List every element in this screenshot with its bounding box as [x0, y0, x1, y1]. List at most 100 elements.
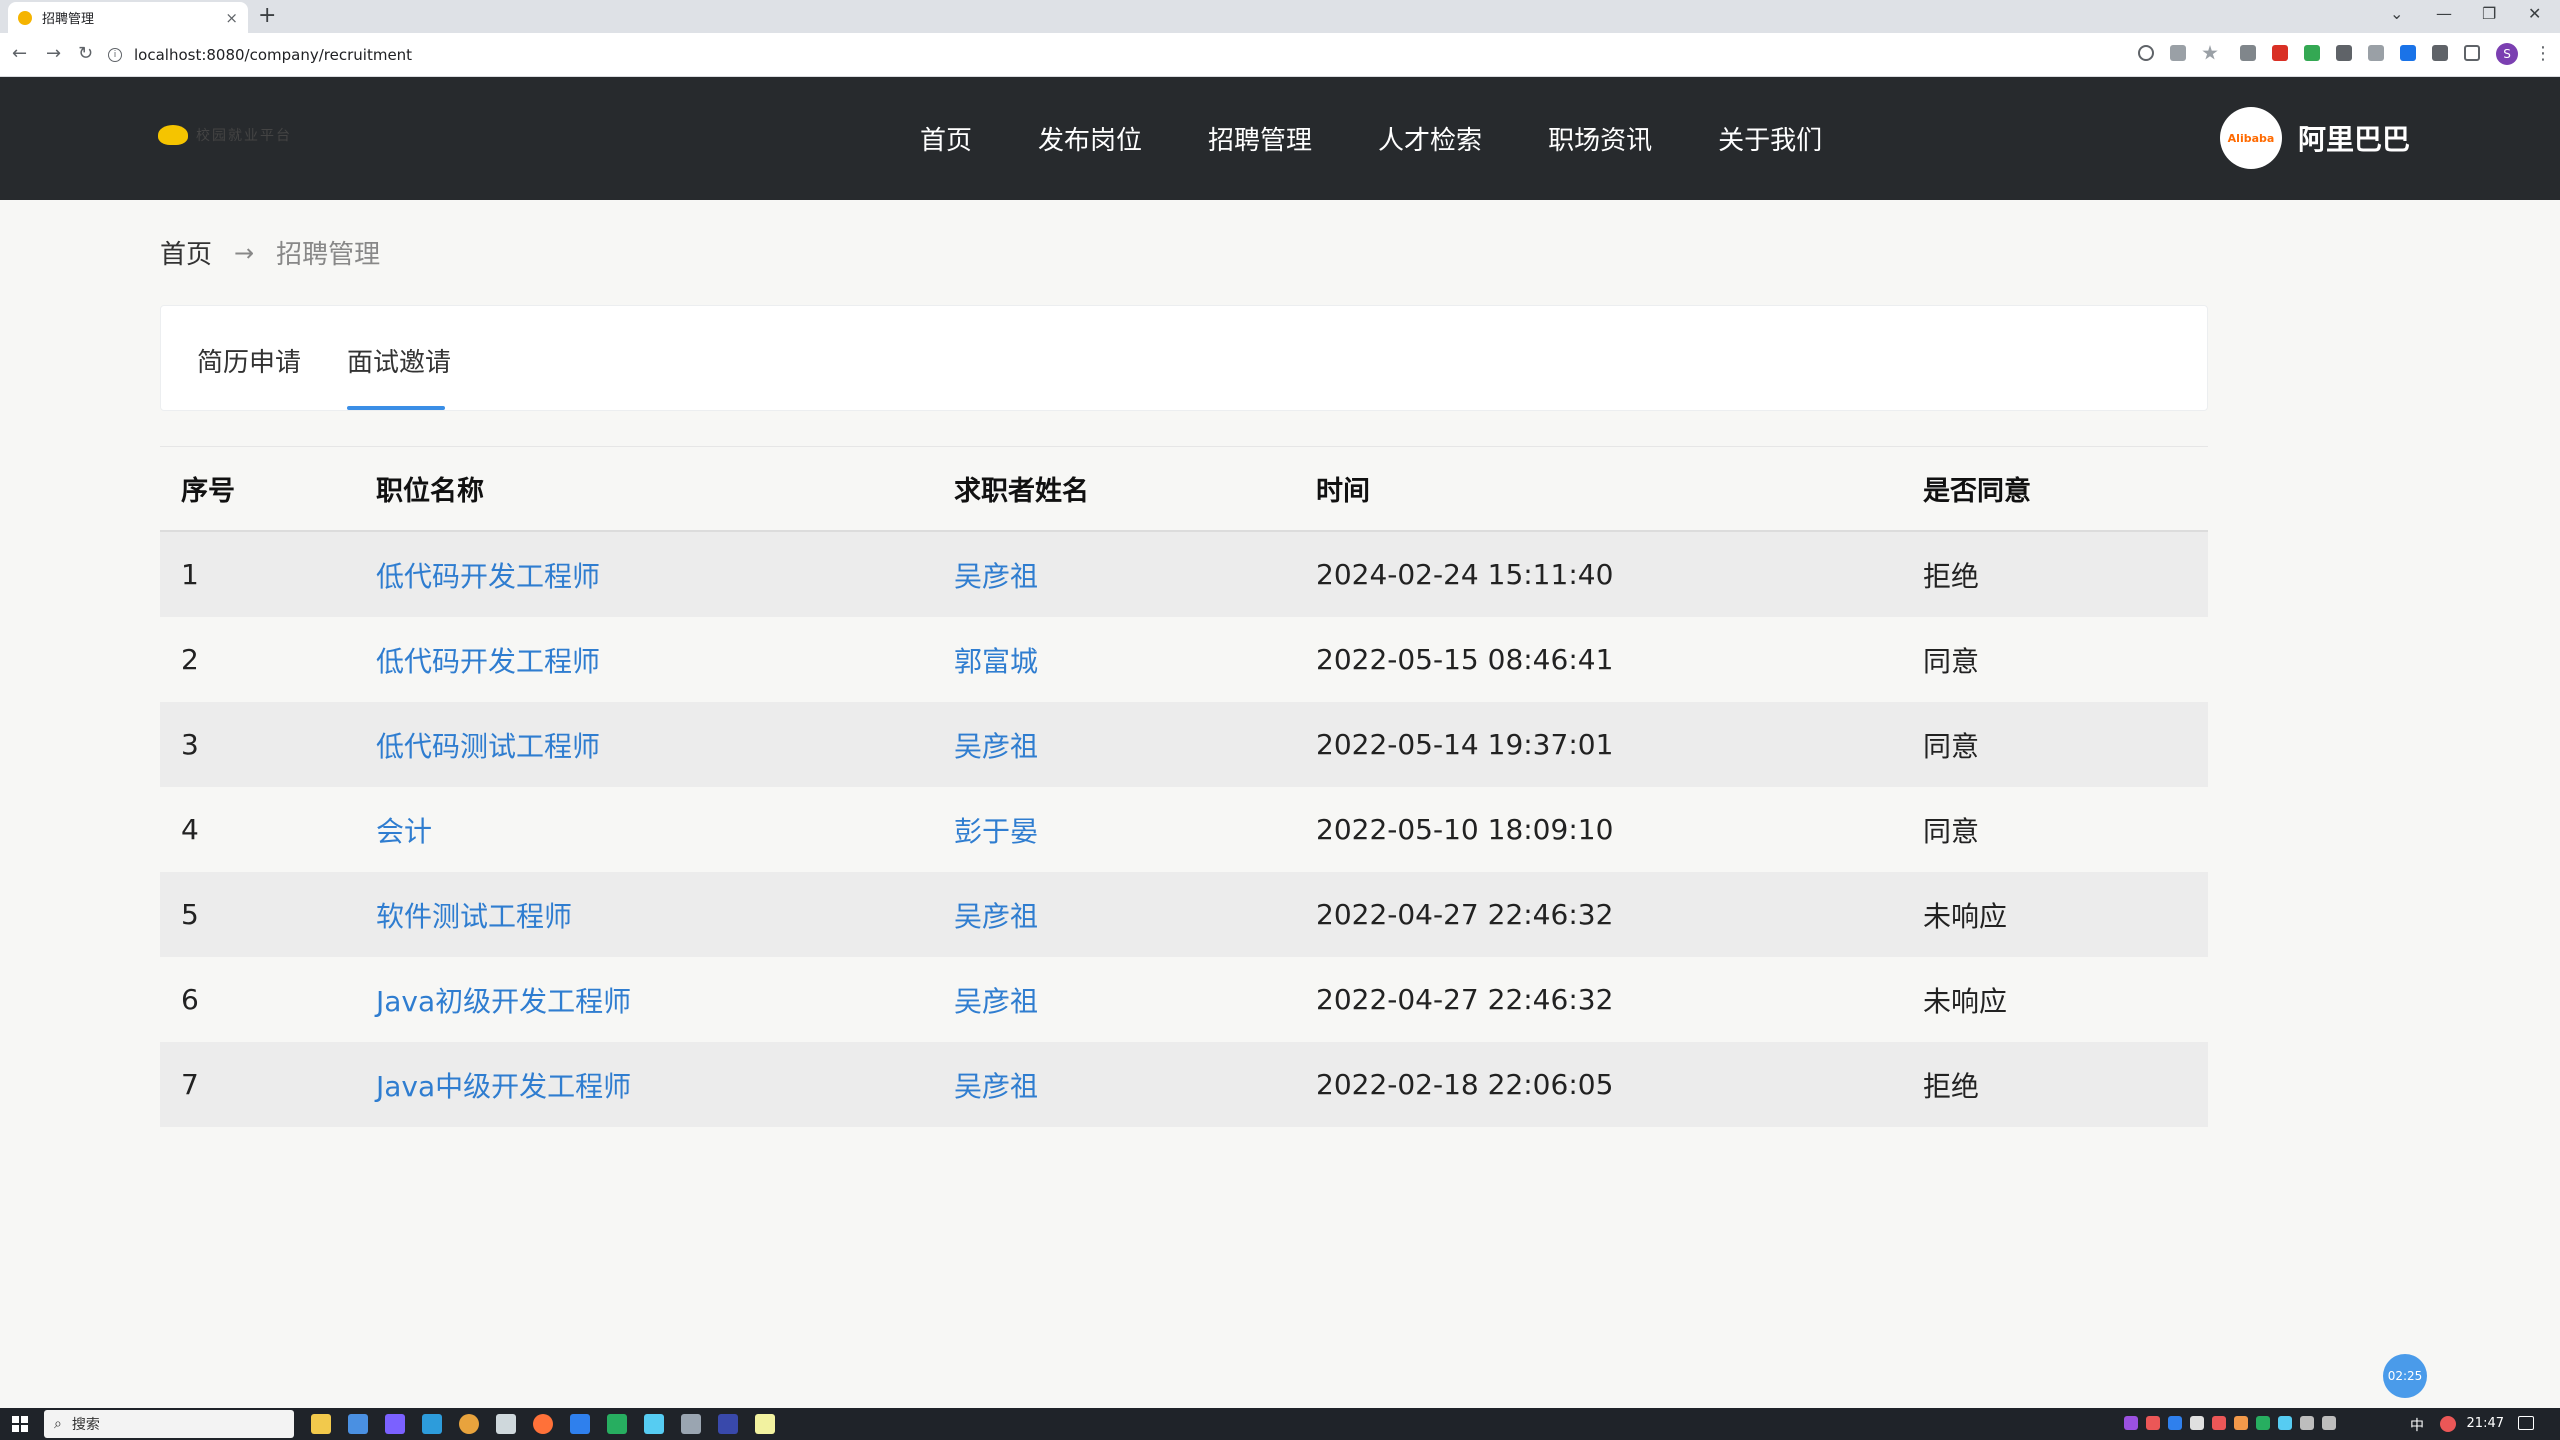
tab-close-icon[interactable]: × [225, 9, 238, 27]
side-panel-icon[interactable] [2464, 45, 2480, 61]
position-link[interactable]: 软件测试工程师 [376, 900, 572, 933]
restore-button[interactable]: ❐ [2482, 4, 2496, 23]
position-link[interactable]: Java初级开发工程师 [376, 985, 631, 1018]
applicant-link[interactable]: 彭于晏 [954, 815, 1038, 848]
applicant-link[interactable]: 吴彦祖 [954, 985, 1038, 1018]
settings-icon[interactable] [496, 1414, 516, 1434]
bookmark-star-icon[interactable] [2202, 45, 2218, 60]
profile-avatar[interactable]: S [2496, 43, 2518, 65]
volume-icon[interactable] [2322, 1416, 2336, 1430]
browser-menu-icon[interactable]: ⋮ [2534, 43, 2552, 64]
zoom-icon[interactable] [2138, 45, 2154, 61]
chrome-icon[interactable] [459, 1414, 479, 1434]
nav-item-post-job[interactable]: 发布岗位 [1038, 120, 1142, 157]
tray-icon[interactable] [2146, 1416, 2160, 1430]
forward-button[interactable]: → [46, 43, 61, 64]
taskbar-app-icon[interactable] [570, 1414, 590, 1434]
cell-time: 2022-05-15 08:46:41 [1316, 643, 1614, 676]
minimize-button[interactable]: — [2436, 4, 2452, 23]
favicon-icon [18, 10, 32, 25]
breadcrumb: 首页 → 招聘管理 [160, 234, 380, 271]
shield-extension-icon[interactable] [2272, 45, 2288, 61]
translate-extension-icon[interactable] [2400, 45, 2416, 61]
screenshot-extension-icon[interactable] [2240, 45, 2256, 61]
table-row: 6 Java初级开发工程师 吴彦祖 2022-04-27 22:46:32 未响… [160, 957, 2208, 1042]
recording-timer-badge[interactable]: 02:25 [2383, 1354, 2427, 1398]
breadcrumb-current: 招聘管理 [276, 240, 381, 270]
extensions-puzzle-icon[interactable] [2432, 45, 2448, 61]
tray-icon[interactable] [2212, 1416, 2226, 1430]
company-avatar: Alibaba [2220, 107, 2282, 169]
position-link[interactable]: 会计 [376, 815, 432, 848]
taskbar-app-icon[interactable] [422, 1414, 442, 1434]
tray-icon[interactable] [2124, 1416, 2138, 1430]
network-icon[interactable] [2300, 1416, 2314, 1430]
cell-time: 2024-02-24 15:11:40 [1316, 558, 1614, 591]
site-info-icon[interactable]: i [108, 48, 122, 62]
nav-item-about[interactable]: 关于我们 [1718, 120, 1822, 157]
ime-indicator[interactable]: 中 [2410, 1415, 2424, 1435]
address-bar[interactable]: i localhost:8080/company/recruitment [108, 41, 2168, 69]
position-link[interactable]: 低代码测试工程师 [376, 730, 600, 763]
breadcrumb-home[interactable]: 首页 [160, 234, 212, 271]
applicant-link[interactable]: 吴彦祖 [954, 1070, 1038, 1103]
position-link[interactable]: 低代码开发工程师 [376, 645, 600, 678]
antivirus-tray-icon[interactable] [2440, 1416, 2456, 1432]
taskbar-clock[interactable]: 21:47 [2467, 1416, 2504, 1431]
taskbar-app-icon[interactable] [348, 1414, 368, 1434]
tray-icon[interactable] [2190, 1416, 2204, 1430]
wechat-icon[interactable] [607, 1414, 627, 1434]
browser-tab[interactable]: 招聘管理 × [8, 2, 248, 33]
start-button[interactable] [0, 1408, 40, 1440]
tray-icon[interactable] [2234, 1416, 2248, 1430]
firefox-icon[interactable] [533, 1414, 553, 1434]
taskbar-app-icon[interactable] [681, 1414, 701, 1434]
taskbar-search[interactable]: ⌕ 搜索 [44, 1410, 294, 1438]
close-window-button[interactable]: ✕ [2528, 4, 2541, 23]
company-name: 阿里巴巴 [2298, 123, 2411, 156]
header-position: 职位名称 [376, 476, 484, 507]
taskbar-app-icon[interactable] [644, 1414, 664, 1434]
applicant-link[interactable]: 吴彦祖 [954, 560, 1038, 593]
site-header: 校园就业平台 首页 发布岗位 招聘管理 人才检索 职场资讯 关于我们 Aliba… [0, 77, 2560, 200]
nav-item-home[interactable]: 首页 [920, 120, 972, 157]
nav-item-recruitment[interactable]: 招聘管理 [1208, 120, 1312, 157]
cell-status: 未响应 [1923, 984, 2008, 1018]
applicant-link[interactable]: 吴彦祖 [954, 900, 1038, 933]
cell-time: 2022-05-10 18:09:10 [1316, 813, 1614, 846]
file-explorer-icon[interactable] [311, 1414, 331, 1434]
system-tray [2124, 1416, 2336, 1430]
applicant-link[interactable]: 吴彦祖 [954, 730, 1038, 763]
cell-time: 2022-02-18 22:06:05 [1316, 1068, 1614, 1101]
tray-icon[interactable] [2168, 1416, 2182, 1430]
tab-search-icon[interactable]: ⌄ [2390, 4, 2403, 23]
breadcrumb-arrow-icon: → [234, 238, 255, 267]
tab-interview-invitations[interactable]: 面试邀请 [347, 342, 451, 379]
notification-icon[interactable] [2518, 1416, 2534, 1430]
nav-item-talent-search[interactable]: 人才检索 [1378, 120, 1482, 157]
taskbar-app-icon[interactable] [385, 1414, 405, 1434]
share-icon[interactable] [2170, 45, 2186, 61]
reload-button[interactable]: ↻ [78, 43, 93, 64]
filter-extension-icon[interactable] [2368, 45, 2384, 61]
table-row: 2 低代码开发工程师 郭富城 2022-05-15 08:46:41 同意 [160, 617, 2208, 702]
tray-icon[interactable] [2278, 1416, 2292, 1430]
intellij-icon[interactable] [718, 1414, 738, 1434]
search-icon: ⌕ [54, 1416, 62, 1432]
notepad-icon[interactable] [755, 1414, 775, 1434]
tray-icon[interactable] [2256, 1416, 2270, 1430]
new-tab-button[interactable]: + [258, 4, 276, 28]
table-row: 7 Java中级开发工程师 吴彦祖 2022-02-18 22:06:05 拒绝 [160, 1042, 2208, 1127]
green-extension-icon[interactable] [2304, 45, 2320, 61]
company-profile[interactable]: Alibaba 阿里巴巴 [2220, 107, 2410, 169]
copy-extension-icon[interactable] [2336, 45, 2352, 61]
back-button[interactable]: ← [12, 43, 27, 64]
table-row: 4 会计 彭于晏 2022-05-10 18:09:10 同意 [160, 787, 2208, 872]
position-link[interactable]: 低代码开发工程师 [376, 560, 600, 593]
site-logo[interactable]: 校园就业平台 [158, 125, 292, 145]
position-link[interactable]: Java中级开发工程师 [376, 1070, 631, 1103]
tab-resume-applications[interactable]: 简历申请 [197, 342, 301, 379]
applicant-link[interactable]: 郭富城 [954, 645, 1038, 678]
nav-item-career-news[interactable]: 职场资讯 [1548, 120, 1652, 157]
cell-status: 同意 [1923, 644, 1980, 678]
